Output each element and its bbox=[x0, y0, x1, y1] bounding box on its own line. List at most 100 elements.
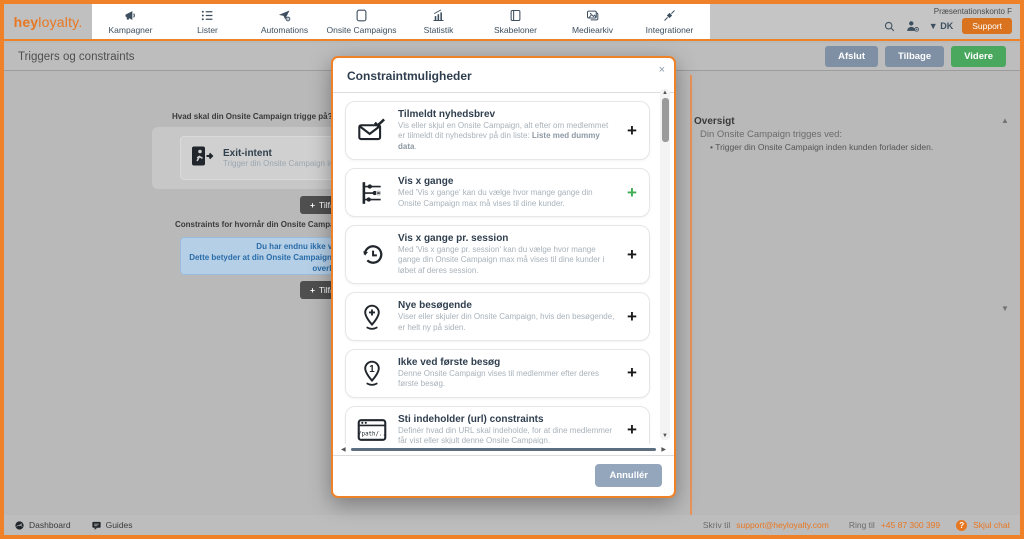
tab-integrationer[interactable]: Integrationer bbox=[631, 4, 708, 39]
add-constraint-plus-icon[interactable]: + bbox=[624, 363, 640, 383]
guides-link[interactable]: Guides bbox=[91, 520, 133, 531]
plus-icon: + bbox=[310, 285, 315, 295]
tab-label: Skabeloner bbox=[494, 25, 537, 35]
constraint-description: Viser eller skjuler din Onsite Campaign,… bbox=[398, 312, 615, 333]
overview-scroll-down-icon[interactable]: ▼ bbox=[1001, 304, 1009, 313]
footer-bar: Dashboard Guides Skriv til support@heylo… bbox=[4, 515, 1020, 535]
constraint-description: Definér hvad din URL skal indeholde, for… bbox=[398, 426, 615, 444]
pin-one-icon: 1 bbox=[355, 359, 389, 387]
modal-horizontal-scrollbar[interactable]: ◀ ▶ bbox=[333, 444, 674, 455]
dashboard-link[interactable]: Dashboard bbox=[14, 520, 71, 531]
bar-chart-icon bbox=[431, 8, 446, 23]
modal-header: Constraintmuligheder × bbox=[333, 58, 674, 93]
abacus-icon bbox=[355, 180, 389, 206]
overview-panel-divider bbox=[690, 75, 692, 515]
scroll-up-icon[interactable]: ▲ bbox=[662, 89, 668, 97]
tab-statistik[interactable]: Statistik bbox=[400, 4, 477, 39]
support-button[interactable]: Support bbox=[962, 18, 1012, 34]
constraint-title: Tilmeldt nyhedsbrev bbox=[398, 109, 615, 120]
overview-scroll-up-icon[interactable]: ▲ bbox=[1001, 116, 1009, 125]
write-to-label: Skriv til bbox=[703, 520, 730, 530]
chevron-down-icon: ▼ bbox=[929, 21, 938, 31]
scroll-down-icon[interactable]: ▼ bbox=[662, 432, 668, 440]
trigger-section-heading: Hvad skal din Onsite Campaign trigge på? bbox=[172, 112, 332, 121]
constraint-item-vis-x-gange-session[interactable]: Vis x gange pr. session Med 'Vis x gange… bbox=[345, 225, 650, 284]
add-constraint-plus-icon[interactable]: + bbox=[624, 121, 640, 141]
overview-heading: Oversigt bbox=[694, 116, 735, 127]
constraint-options-modal: Constraintmuligheder × Tilmeldt nyhedsbr… bbox=[331, 56, 676, 498]
constraint-title: Vis x gange bbox=[398, 176, 615, 187]
svg-text:/path/..: /path/.. bbox=[358, 431, 386, 437]
videre-button[interactable]: Videre bbox=[951, 46, 1006, 67]
tab-lister[interactable]: Lister bbox=[169, 4, 246, 39]
tab-mediearkiv[interactable]: Mediearkiv bbox=[554, 4, 631, 39]
scroll-left-icon[interactable]: ◀ bbox=[341, 446, 346, 453]
constraint-title: Sti indeholder (url) constraints bbox=[398, 414, 615, 425]
tab-kampagner[interactable]: Kampagner bbox=[92, 4, 169, 39]
scroll-right-icon[interactable]: ▶ bbox=[661, 446, 666, 453]
call-label: Ring til bbox=[849, 520, 875, 530]
constraint-item-nye-besogende[interactable]: Nye besøgende Viser eller skjuler din On… bbox=[345, 292, 650, 341]
constraint-title: Ikke ved første besøg bbox=[398, 357, 615, 368]
tab-automations[interactable]: Automations bbox=[246, 4, 323, 39]
constraint-item-ikke-forste-besog[interactable]: 1 Ikke ved første besøg Denne Onsite Cam… bbox=[345, 349, 650, 398]
modal-vertical-scrollbar[interactable]: ▲ ▼ bbox=[660, 89, 670, 440]
tab-label: Statistik bbox=[424, 25, 454, 35]
list-icon bbox=[200, 8, 215, 23]
tab-label: Onsite Campaigns bbox=[327, 25, 397, 35]
account-name: Præsentationskonto F bbox=[934, 7, 1012, 16]
media-image-icon bbox=[585, 8, 600, 23]
logo-text-bold: hey bbox=[14, 14, 39, 30]
help-icon[interactable]: ? bbox=[956, 520, 967, 531]
tab-label: Lister bbox=[197, 25, 218, 35]
language-selector[interactable]: ▼ DK bbox=[929, 21, 953, 31]
tilbage-button[interactable]: Tilbage bbox=[885, 46, 944, 67]
add-constraint-plus-icon[interactable]: + bbox=[624, 183, 640, 203]
plus-icon: + bbox=[310, 200, 315, 210]
phone-link[interactable]: +45 87 300 399 bbox=[881, 520, 940, 530]
constraint-item-vis-x-gange[interactable]: Vis x gange Med 'Vis x gange' kan du væl… bbox=[345, 168, 650, 217]
constraint-item-sti-indeholder[interactable]: /path/.. Sti indeholder (url) constraint… bbox=[345, 406, 650, 444]
scrollbar-thumb[interactable] bbox=[662, 98, 669, 142]
tab-onsite-campaigns[interactable]: Onsite Campaigns bbox=[323, 4, 400, 39]
modal-footer: Annullér bbox=[333, 455, 674, 496]
user-settings-icon[interactable] bbox=[905, 19, 920, 34]
search-icon[interactable] bbox=[883, 20, 896, 33]
bullet-glyph: • bbox=[710, 142, 713, 152]
constraint-list: Tilmeldt nyhedsbrev Vis eller skjul en O… bbox=[333, 93, 674, 444]
language-code: DK bbox=[940, 21, 953, 31]
constraint-description: Med 'Vis x gange' kan du vælge hvor mang… bbox=[398, 188, 615, 209]
browser-path-icon: /path/.. bbox=[355, 417, 389, 443]
constraint-description: Med 'Vis x gange pr. session' kan du væl… bbox=[398, 245, 615, 276]
constraint-title: Vis x gange pr. session bbox=[398, 233, 615, 244]
top-navigation-bar: heyloyalty. Kampagner Lister Automations… bbox=[4, 4, 1020, 41]
constraints-section-heading: Constraints for hvornår din Onsite Campa… bbox=[175, 220, 347, 229]
support-email-link[interactable]: support@heyloyalty.com bbox=[736, 520, 829, 530]
tab-label: Automations bbox=[261, 25, 308, 35]
tab-skabeloner[interactable]: Skabeloner bbox=[477, 4, 554, 39]
mail-check-icon bbox=[355, 118, 389, 144]
afslut-button[interactable]: Afslut bbox=[825, 46, 878, 67]
add-constraint-plus-icon[interactable]: + bbox=[624, 420, 640, 440]
svg-text:1: 1 bbox=[369, 364, 375, 375]
overview-bullet-item: • Trigger din Onsite Campaign inden kund… bbox=[710, 142, 933, 152]
heyloyalty-logo[interactable]: heyloyalty. bbox=[4, 4, 92, 39]
constraint-description: Vis eller skjul en Onsite Campaign, alt … bbox=[398, 121, 615, 152]
alert-line: Du har endnu ikke val bbox=[256, 242, 339, 251]
cancel-button[interactable]: Annullér bbox=[595, 464, 662, 487]
hide-chat-link[interactable]: Skjul chat bbox=[973, 520, 1010, 530]
add-constraint-plus-icon[interactable]: + bbox=[624, 307, 640, 327]
alert-line: Dette betyder at din Onsite Campaign b bbox=[189, 253, 339, 262]
constraint-description: Denne Onsite Campaign vises til medlemme… bbox=[398, 369, 615, 390]
constraint-title: Nye besøgende bbox=[398, 300, 615, 311]
scrollbar-thumb[interactable] bbox=[351, 448, 657, 451]
overview-subheading: Din Onsite Campaign trigges ved: bbox=[700, 129, 842, 140]
add-constraint-plus-icon[interactable]: + bbox=[624, 245, 640, 265]
tab-label: Mediearkiv bbox=[572, 25, 613, 35]
logo-text: loyalty. bbox=[38, 14, 82, 30]
browser-window-icon bbox=[354, 8, 369, 23]
dashboard-label: Dashboard bbox=[29, 520, 71, 530]
exit-intent-icon bbox=[189, 144, 215, 173]
constraint-item-tilmeldt-nyhedsbrev[interactable]: Tilmeldt nyhedsbrev Vis eller skjul en O… bbox=[345, 101, 650, 160]
close-icon[interactable]: × bbox=[659, 64, 665, 76]
